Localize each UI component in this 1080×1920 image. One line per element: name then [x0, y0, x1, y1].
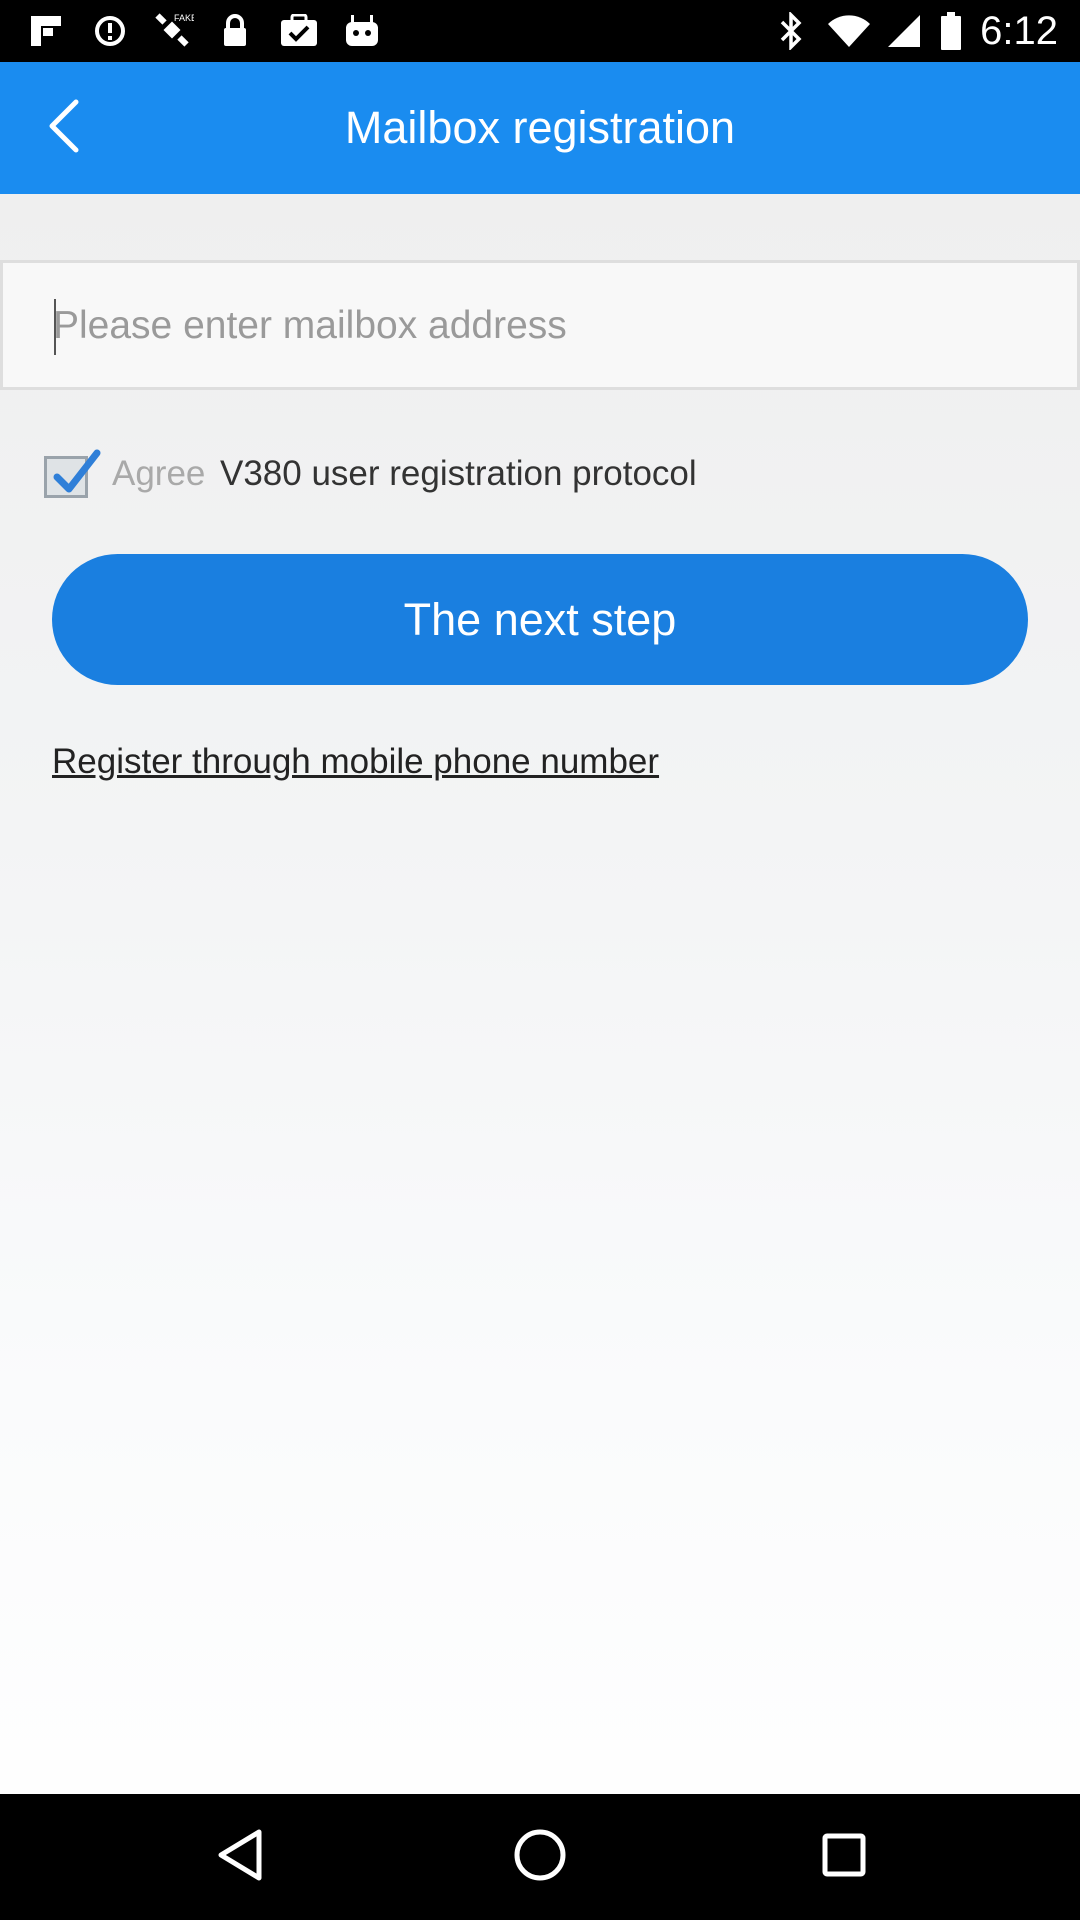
status-bar: FAKE 6:12	[0, 0, 1080, 62]
chevron-left-icon	[44, 98, 84, 159]
signal-icon	[884, 13, 924, 49]
fake-gps-icon: FAKE	[150, 13, 196, 49]
protocol-link[interactable]: V380 user registration protocol	[220, 452, 697, 496]
email-field[interactable]	[53, 281, 1053, 371]
agree-row: Agree V380 user registration protocol	[44, 434, 1044, 514]
bluetooth-icon	[776, 12, 806, 50]
recents-square-icon	[821, 1832, 867, 1883]
nav-home-button[interactable]	[500, 1817, 580, 1897]
back-button[interactable]	[28, 92, 100, 164]
wifi-icon	[826, 13, 872, 49]
email-field-container	[0, 260, 1080, 390]
agree-label: Agree	[112, 454, 206, 493]
status-time: 6:12	[980, 9, 1058, 53]
app-bar: Mailbox registration	[0, 62, 1080, 194]
svg-text:FAKE: FAKE	[174, 13, 194, 23]
battery-icon	[938, 12, 964, 50]
lock-icon	[218, 13, 252, 49]
agree-checkbox[interactable]	[44, 449, 101, 498]
nav-recents-button[interactable]	[804, 1817, 884, 1897]
screen: FAKE 6:12 Mailbox registration	[0, 0, 1080, 1920]
page-title: Mailbox registration	[344, 102, 736, 153]
text-cursor	[54, 299, 56, 355]
register-phone-link[interactable]: Register through mobile phone number	[52, 740, 659, 784]
registration-form: Agree V380 user registration protocol Th…	[0, 194, 1080, 1794]
flipboard-icon	[26, 13, 66, 49]
data-saver-icon	[90, 13, 130, 49]
home-circle-icon	[513, 1828, 567, 1887]
next-step-button[interactable]: The next step	[52, 554, 1028, 685]
nav-bar	[0, 1794, 1080, 1920]
android-icon	[342, 13, 382, 49]
back-triangle-icon	[215, 1828, 265, 1887]
nav-back-button[interactable]	[200, 1817, 280, 1897]
task-icon	[278, 13, 320, 49]
checkmark-icon	[51, 445, 107, 506]
